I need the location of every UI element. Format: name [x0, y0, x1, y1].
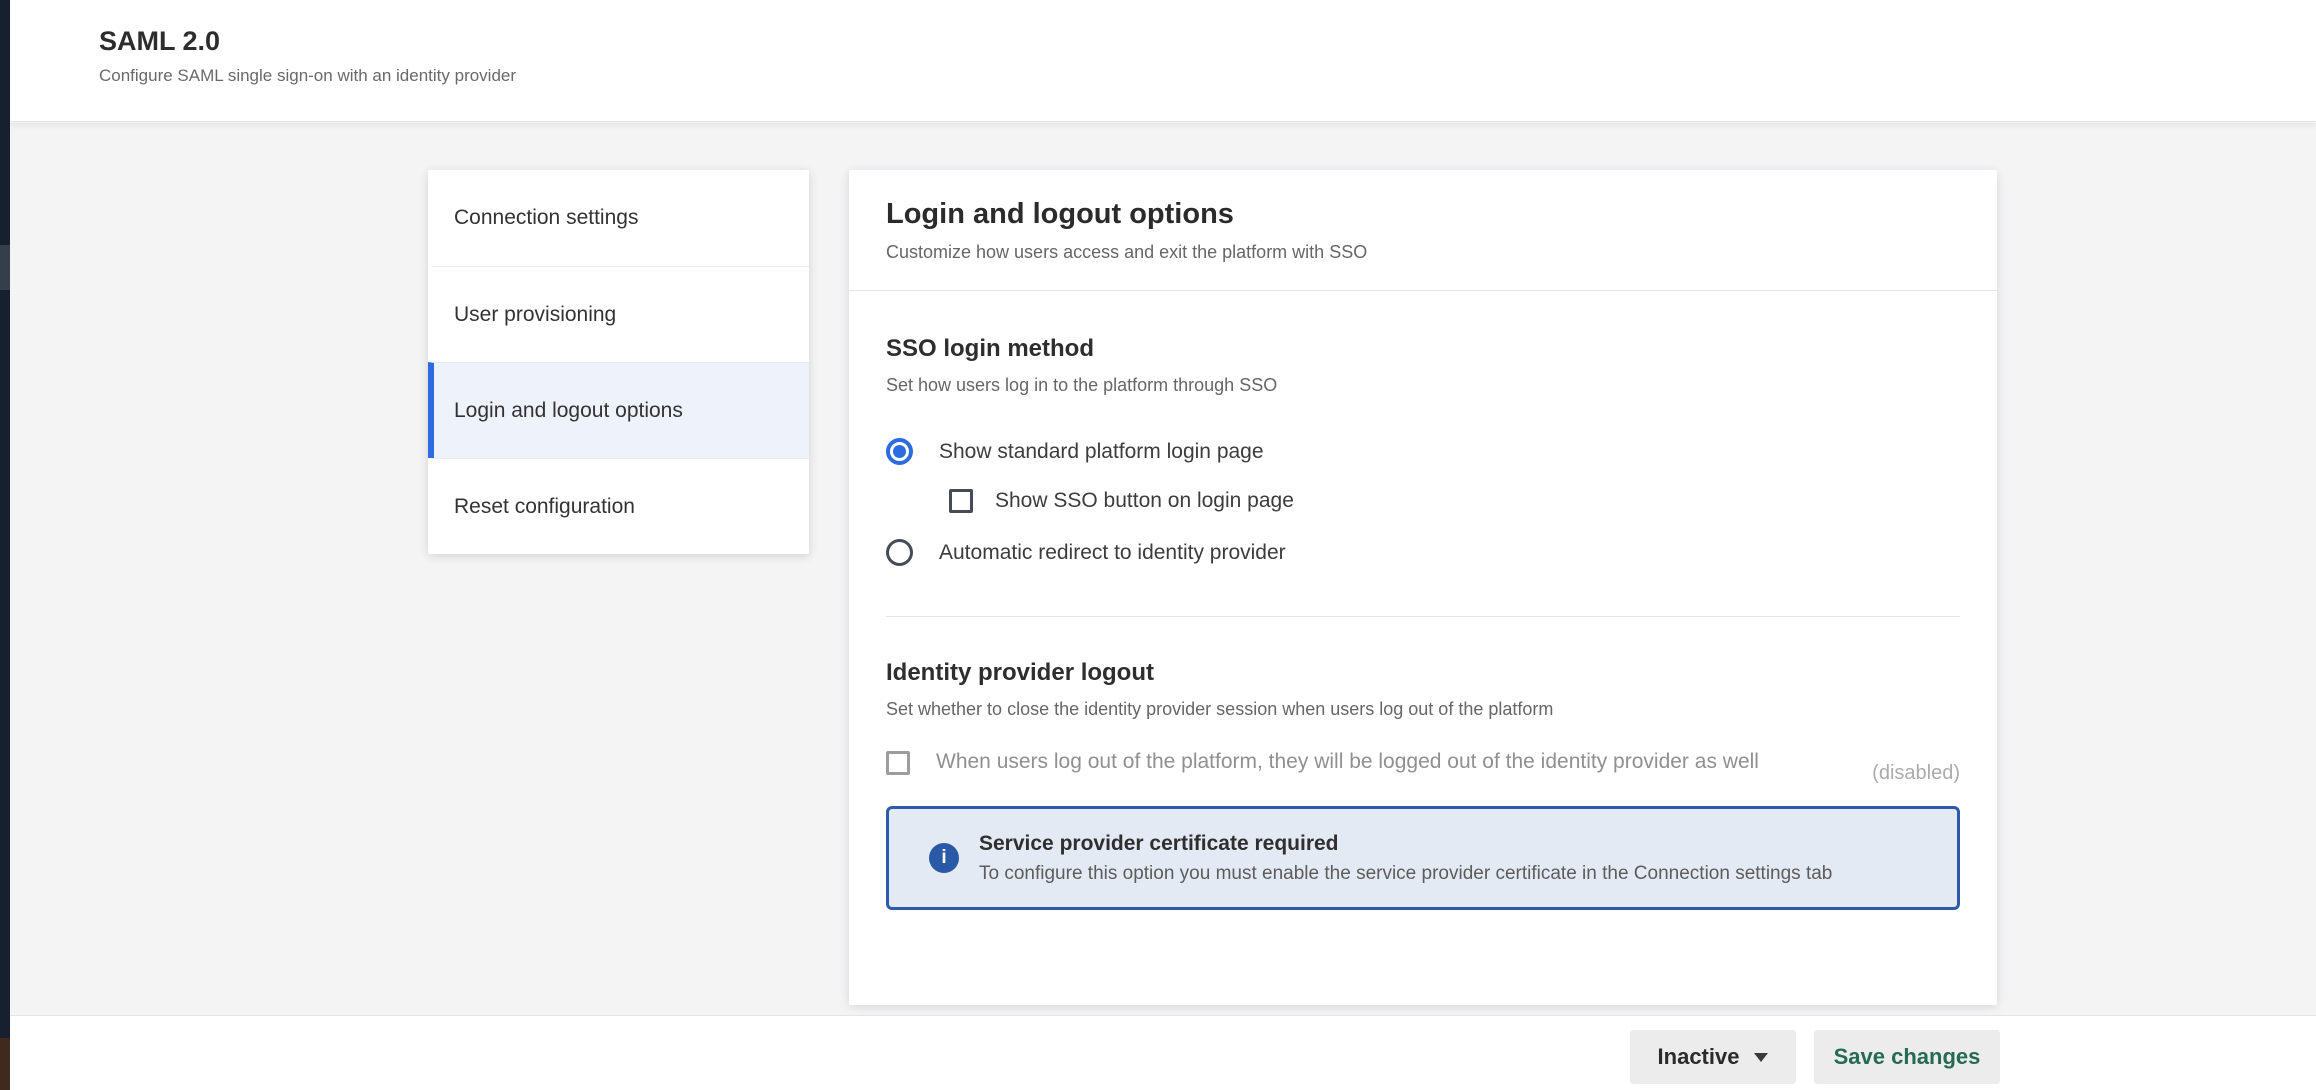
checkbox-idp-logout-label: When users log out of the platform, they… — [936, 746, 1810, 778]
menu-item-label: User provisioning — [454, 303, 616, 327]
action-footer: Inactive Save changes — [10, 1015, 2316, 1090]
panel-subtitle: Customize how users access and exit the … — [886, 242, 1960, 263]
menu-item-label: Login and logout options — [454, 399, 683, 423]
checkbox-sso-button[interactable] — [949, 489, 973, 513]
chevron-down-icon — [1754, 1053, 1768, 1062]
page-header: SAML 2.0 Configure SAML single sign-on w… — [10, 0, 2316, 122]
radio-auto-redirect-label: Automatic redirect to identity provider — [939, 541, 1286, 565]
footer-buttons: Inactive Save changes — [1630, 1030, 2000, 1084]
content-area: Connection settings User provisioning Lo… — [10, 123, 2316, 1015]
save-changes-button[interactable]: Save changes — [1814, 1030, 2000, 1084]
radio-standard-login[interactable] — [886, 438, 913, 465]
idp-logout-title: Identity provider logout — [886, 659, 1960, 687]
nav-strip-avatar-fragment — [0, 1038, 10, 1090]
nav-strip-artifact — [0, 245, 10, 290]
checkbox-option-idp-logout: When users log out of the platform, they… — [886, 746, 1960, 778]
radio-standard-login-label: Show standard platform login page — [939, 440, 1264, 464]
alert-description: To configure this option you must enable… — [979, 863, 1832, 885]
page-subtitle: Configure SAML single sign-on with an id… — [99, 66, 516, 86]
panel-title: Login and logout options — [886, 198, 1960, 231]
menu-item-login-logout-options[interactable]: Login and logout options — [428, 362, 809, 458]
panel-body: SSO login method Set how users log in to… — [849, 335, 1997, 910]
status-dropdown-label: Inactive — [1658, 1044, 1740, 1070]
radio-dot — [893, 445, 906, 458]
disabled-note: (disabled) — [1872, 762, 1960, 785]
checkbox-idp-logout — [886, 751, 910, 775]
alert-title: Service provider certificate required — [979, 832, 1832, 856]
sso-login-method-description: Set how users log in to the platform thr… — [886, 375, 1960, 396]
radio-option-auto-redirect[interactable]: Automatic redirect to identity provider — [886, 539, 1960, 566]
status-dropdown-button[interactable]: Inactive — [1630, 1030, 1796, 1084]
panel-header: Login and logout options Customize how u… — [849, 170, 1997, 291]
idp-logout-description: Set whether to close the identity provid… — [886, 699, 1960, 720]
login-logout-panel: Login and logout options Customize how u… — [849, 170, 1997, 1005]
collapsed-nav-strip — [0, 0, 10, 1090]
section-divider — [886, 616, 1960, 617]
menu-item-user-provisioning[interactable]: User provisioning — [428, 266, 809, 362]
menu-item-reset-configuration[interactable]: Reset configuration — [428, 458, 809, 554]
radio-option-standard-login[interactable]: Show standard platform login page — [886, 438, 1960, 465]
settings-menu: Connection settings User provisioning Lo… — [428, 170, 809, 554]
info-alert: i Service provider certificate required … — [886, 806, 1960, 910]
menu-item-label: Reset configuration — [454, 495, 635, 519]
checkbox-option-sso-button[interactable]: Show SSO button on login page — [949, 489, 1960, 513]
menu-item-connection-settings[interactable]: Connection settings — [428, 170, 809, 266]
alert-text: Service provider certificate required To… — [979, 832, 1832, 885]
menu-item-label: Connection settings — [454, 206, 638, 230]
radio-auto-redirect[interactable] — [886, 539, 913, 566]
page-title: SAML 2.0 — [99, 26, 220, 57]
sso-login-method-title: SSO login method — [886, 335, 1960, 363]
info-icon: i — [929, 843, 959, 873]
checkbox-sso-button-label: Show SSO button on login page — [995, 489, 1294, 513]
